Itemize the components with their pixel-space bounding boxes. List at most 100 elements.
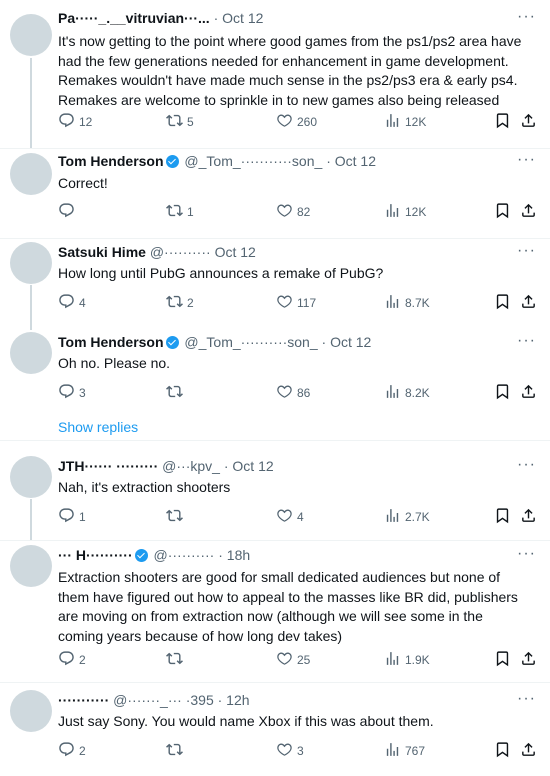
timestamp[interactable]: · Oct 12 bbox=[224, 458, 274, 474]
likes-count: 25 bbox=[297, 653, 311, 667]
reply-button[interactable]: 2 bbox=[58, 741, 86, 761]
share-button[interactable] bbox=[520, 741, 541, 761]
share-button[interactable] bbox=[520, 202, 541, 222]
repost-button[interactable] bbox=[166, 741, 187, 761]
share-icon bbox=[520, 112, 541, 132]
divider bbox=[0, 238, 550, 239]
repost-button[interactable]: 5 bbox=[166, 112, 194, 132]
more-options-icon[interactable]: ··· bbox=[517, 545, 536, 563]
show-replies-link[interactable]: Show replies bbox=[58, 419, 138, 435]
more-options-icon[interactable]: ··· bbox=[517, 242, 536, 260]
share-button[interactable] bbox=[520, 650, 541, 670]
bookmark-button[interactable] bbox=[494, 112, 515, 132]
avatar[interactable] bbox=[10, 545, 52, 587]
tweet-actions: 2 3 767 bbox=[58, 741, 538, 761]
reply-button[interactable]: 4 bbox=[58, 293, 86, 313]
bookmark-button[interactable] bbox=[494, 383, 515, 403]
avatar[interactable] bbox=[10, 456, 52, 498]
share-button[interactable] bbox=[520, 383, 541, 403]
replies-count: 3 bbox=[79, 386, 86, 400]
tweet-text: Nah, it's extraction shooters bbox=[58, 478, 528, 498]
more-options-icon[interactable]: ··· bbox=[517, 332, 536, 350]
share-button[interactable] bbox=[520, 293, 541, 313]
views-button[interactable]: 1.9K bbox=[384, 650, 430, 670]
views-icon bbox=[384, 202, 405, 222]
bookmark-button[interactable] bbox=[494, 202, 515, 222]
avatar[interactable] bbox=[10, 332, 52, 374]
bookmark-button[interactable] bbox=[494, 293, 515, 313]
timestamp[interactable]: · 18h bbox=[218, 547, 250, 563]
views-button[interactable]: 12K bbox=[384, 202, 426, 222]
more-options-icon[interactable]: ··· bbox=[517, 456, 536, 474]
bookmark-icon bbox=[494, 741, 515, 761]
bookmark-button[interactable] bbox=[494, 650, 515, 670]
reply-button[interactable]: 12 bbox=[58, 112, 92, 132]
author-name[interactable]: JTH······ ········· bbox=[58, 458, 158, 474]
more-options-icon[interactable]: ··· bbox=[517, 690, 536, 708]
tweet-text-line: coming years because of how long dev tak… bbox=[58, 627, 343, 644]
timestamp[interactable]: · Oct 12 bbox=[214, 10, 264, 26]
likes-count: 260 bbox=[297, 115, 318, 129]
author-handle[interactable]: @·········· bbox=[146, 244, 215, 260]
author-handle[interactable]: @·······_··· bbox=[109, 692, 185, 708]
share-button[interactable] bbox=[520, 112, 541, 132]
author-handle[interactable]: @_Tom_···········son_ bbox=[181, 153, 327, 169]
more-options-icon[interactable]: ··· bbox=[517, 8, 536, 26]
avatar[interactable] bbox=[10, 14, 52, 56]
like-button[interactable]: 3 bbox=[276, 741, 304, 761]
avatar[interactable] bbox=[10, 690, 52, 732]
author-name[interactable]: Pa·····_.__vitruvian···... bbox=[58, 10, 210, 26]
more-options-icon[interactable]: ··· bbox=[517, 151, 536, 169]
bookmark-icon bbox=[494, 112, 515, 132]
like-button[interactable]: 117 bbox=[276, 293, 316, 313]
repost-button[interactable]: 1 bbox=[166, 202, 194, 222]
like-button[interactable]: 260 bbox=[276, 112, 317, 132]
replies-count: 1 bbox=[79, 510, 86, 524]
bookmark-button[interactable] bbox=[494, 507, 515, 527]
repost-button[interactable] bbox=[166, 383, 187, 403]
tweet-text-line: them have figured out how to appeal to t… bbox=[58, 588, 518, 605]
avatar[interactable] bbox=[10, 242, 52, 284]
timestamp[interactable]: · Oct 12 bbox=[322, 334, 372, 350]
repost-icon bbox=[166, 293, 187, 313]
author-name[interactable]: Satsuki Hime bbox=[58, 244, 146, 260]
tweet-text-line: How long until PubG announces a remake o… bbox=[58, 265, 384, 281]
bookmark-button[interactable] bbox=[494, 741, 515, 761]
repost-button[interactable]: 2 bbox=[166, 293, 194, 313]
divider bbox=[0, 148, 550, 149]
reply-button[interactable]: 2 bbox=[58, 650, 86, 670]
reply-icon bbox=[58, 741, 79, 761]
author-handle[interactable]: @_Tom_··········son_ bbox=[181, 334, 322, 350]
author-name[interactable]: Tom Henderson bbox=[58, 153, 164, 169]
like-button[interactable]: 82 bbox=[276, 202, 310, 222]
like-button[interactable]: 4 bbox=[276, 507, 304, 527]
views-count: 1.9K bbox=[405, 653, 430, 667]
views-button[interactable]: 12K bbox=[384, 112, 426, 132]
reply-button[interactable]: 1 bbox=[58, 507, 86, 527]
reply-button[interactable]: 3 bbox=[58, 383, 86, 403]
views-button[interactable]: 767 bbox=[384, 741, 425, 761]
repost-button[interactable] bbox=[166, 650, 187, 670]
author-name[interactable]: Tom Henderson bbox=[58, 334, 164, 350]
author-handle[interactable]: @···kpv_ bbox=[158, 458, 224, 474]
author-name[interactable]: ··········· bbox=[58, 692, 109, 708]
replies-count: 2 bbox=[79, 653, 86, 667]
tweet-actions: 1 4 2.7K bbox=[58, 507, 538, 527]
like-icon bbox=[276, 112, 297, 132]
share-button[interactable] bbox=[520, 507, 541, 527]
reply-button[interactable] bbox=[58, 202, 79, 222]
like-button[interactable]: 86 bbox=[276, 383, 310, 403]
thread-line bbox=[30, 285, 32, 330]
timestamp[interactable]: Oct 12 bbox=[215, 244, 256, 260]
author-handle[interactable]: @·········· bbox=[150, 547, 219, 563]
timestamp[interactable]: ·395 · 12h bbox=[186, 692, 250, 708]
author-name[interactable]: ··· H·········· bbox=[58, 547, 133, 563]
like-button[interactable]: 25 bbox=[276, 650, 310, 670]
repost-button[interactable] bbox=[166, 507, 187, 527]
avatar[interactable] bbox=[10, 153, 52, 195]
views-button[interactable]: 8.7K bbox=[384, 293, 430, 313]
tweet-text-line: are moving on from extraction now (altho… bbox=[58, 608, 483, 624]
views-button[interactable]: 2.7K bbox=[384, 507, 430, 527]
views-button[interactable]: 8.2K bbox=[384, 383, 430, 403]
timestamp[interactable]: · Oct 12 bbox=[326, 153, 376, 169]
